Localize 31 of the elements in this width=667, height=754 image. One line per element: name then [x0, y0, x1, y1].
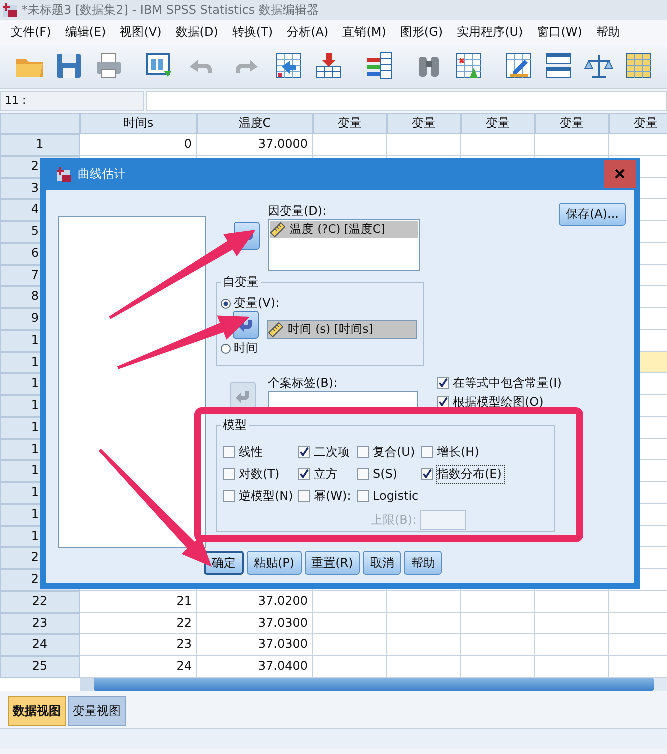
checkbox-label: 在等式中包含常量(I) — [453, 374, 562, 392]
checkbox-label: 幂(W): — [314, 488, 352, 504]
checkbox-label: 增长(H) — [437, 444, 480, 460]
group-title: 自变量 — [221, 274, 261, 290]
cell-reference: 11 : — [0, 91, 144, 111]
table-cell: 37.0200 — [197, 590, 313, 612]
checkbox-label: 根据模型绘图(O) — [453, 394, 544, 410]
table-cell: 23 — [80, 634, 197, 656]
checkbox-label: 指数分布(E) — [437, 466, 504, 482]
table-cell: 37.0000 — [197, 134, 313, 156]
checkbox-label: 二次项 — [314, 444, 350, 460]
table-cell: 0 — [80, 134, 197, 156]
group-title: 模型 — [221, 417, 249, 433]
field-label: 因变量(D): — [268, 203, 328, 219]
checkbox-label: 立方 — [314, 466, 338, 482]
checkbox-label: 对数(T) — [239, 466, 280, 482]
checkbox-label: S(S) — [373, 467, 398, 481]
table-cell: 22 — [80, 612, 197, 634]
table-cell: 37.0300 — [197, 634, 313, 656]
checkbox-label: Logistic — [373, 489, 419, 503]
checkbox-label: 复合(U) — [373, 444, 416, 460]
table-cell: 37.0300 — [197, 612, 313, 634]
dialog-title: 曲线估计 — [78, 166, 126, 182]
radio-label: 变量(V): — [234, 295, 280, 312]
table-cell: 21 — [80, 590, 197, 612]
checkbox-label: 线性 — [239, 444, 263, 460]
field-label: 个案标签(B): — [268, 375, 339, 391]
window-title: *未标题3 [数据集2] - IBM SPSS Statistics 数据编辑器 — [22, 2, 319, 18]
field-label: 上限(B): — [371, 512, 417, 528]
checkbox-label: 逆模型(N) — [239, 488, 294, 504]
radio-label: 时间 — [234, 340, 258, 357]
